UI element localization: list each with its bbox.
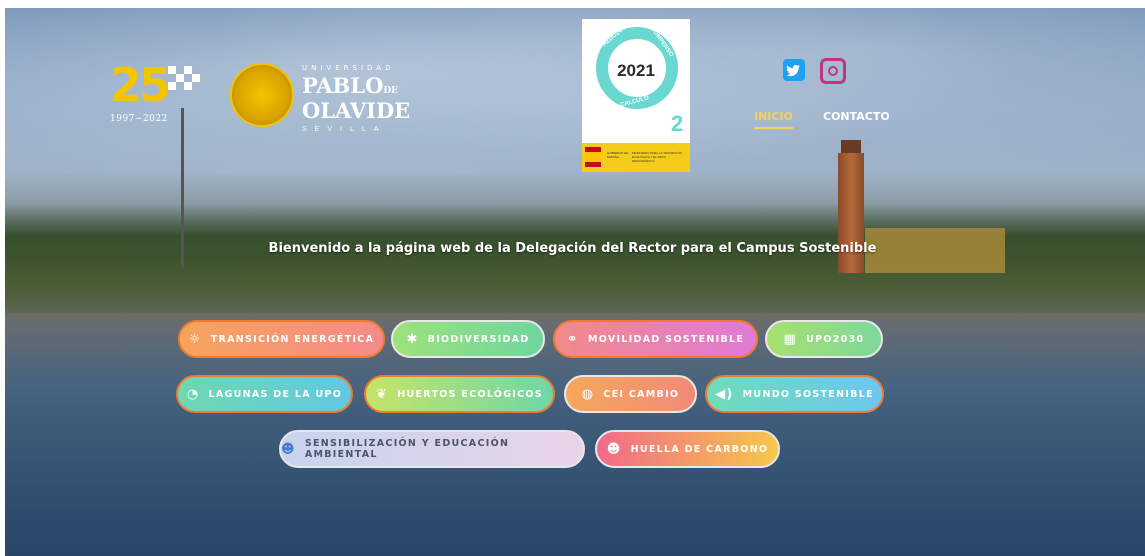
co2-subscript: 2 bbox=[671, 111, 684, 136]
seedling-icon: ❦ bbox=[376, 386, 389, 402]
nav-inicio[interactable]: INICIO bbox=[754, 110, 793, 129]
globe-icon: ◍ bbox=[581, 386, 595, 402]
certificate-year: 2021 bbox=[617, 61, 655, 80]
biodiversidad-button[interactable]: ✱ BIODIVERSIDAD bbox=[391, 320, 545, 358]
checker-icon bbox=[168, 66, 200, 90]
upo2030-button[interactable]: ▦ UPO2030 bbox=[765, 320, 883, 358]
nav-contacto[interactable]: CONTACTO bbox=[823, 110, 890, 123]
grid-icon: ▦ bbox=[783, 331, 798, 347]
users-icon: ☻ bbox=[606, 441, 622, 457]
lagunas-button[interactable]: ◔ LAGUNAS DE LA UPO bbox=[176, 375, 353, 413]
water-icon: ◔ bbox=[186, 386, 200, 402]
huella-carbono-button[interactable]: ☻ HUELLA DE CARBONO bbox=[595, 430, 780, 468]
gov-left-text: GOBIERNO DE ESPAÑA bbox=[607, 151, 629, 159]
university-seal-icon[interactable] bbox=[230, 63, 294, 127]
sensibilizacion-button[interactable]: ☻ SENSIBILIZACIÓN Y EDUCACIÓN AMBIENTAL bbox=[279, 430, 585, 468]
twitter-icon[interactable] bbox=[783, 59, 805, 81]
gov-right-text: MINISTERIO PARA LA TRANSICIÓN ECOLÓGICA … bbox=[632, 151, 682, 163]
spain-flag-icon bbox=[585, 147, 601, 167]
anniversary-years: 1997~2022 bbox=[110, 114, 168, 124]
university-logo-text[interactable]: UNIVERSIDAD PABLODE OLAVIDE SEVILLA bbox=[302, 64, 410, 133]
users-icon: ☻ bbox=[281, 441, 296, 457]
carbon-certificate[interactable]: 2021 2 REDUZCO COMPENSO CALCULO GOBIERNO… bbox=[582, 19, 690, 172]
bug-icon: ✱ bbox=[406, 331, 419, 347]
transicion-energetica-button[interactable]: ☼ TRANSICIÓN ENERGÉTICA bbox=[178, 320, 385, 358]
gov-bar: GOBIERNO DE ESPAÑA MINISTERIO PARA LA TR… bbox=[582, 143, 690, 172]
speaker-icon: ◀) bbox=[715, 386, 734, 402]
huertos-button[interactable]: ❦ HUERTOS ECOLÓGICOS bbox=[364, 375, 555, 413]
sun-icon: ☼ bbox=[188, 331, 202, 347]
mundo-sostenible-button[interactable]: ◀) MUNDO SOSTENIBLE bbox=[705, 375, 884, 413]
bicycle-icon: ⚭ bbox=[566, 331, 579, 347]
movilidad-sostenible-button[interactable]: ⚭ MOVILIDAD SOSTENIBLE bbox=[553, 320, 758, 358]
university-label: UNIVERSIDAD bbox=[302, 64, 395, 72]
welcome-heading: Bienvenido a la página web de la Delegac… bbox=[268, 241, 877, 256]
cei-cambio-button[interactable]: ◍ CEI CAMBIO bbox=[564, 375, 697, 413]
instagram-icon[interactable] bbox=[820, 58, 846, 84]
university-city: SEVILLA bbox=[302, 126, 387, 133]
university-name: PABLODE OLAVIDE bbox=[302, 73, 411, 123]
